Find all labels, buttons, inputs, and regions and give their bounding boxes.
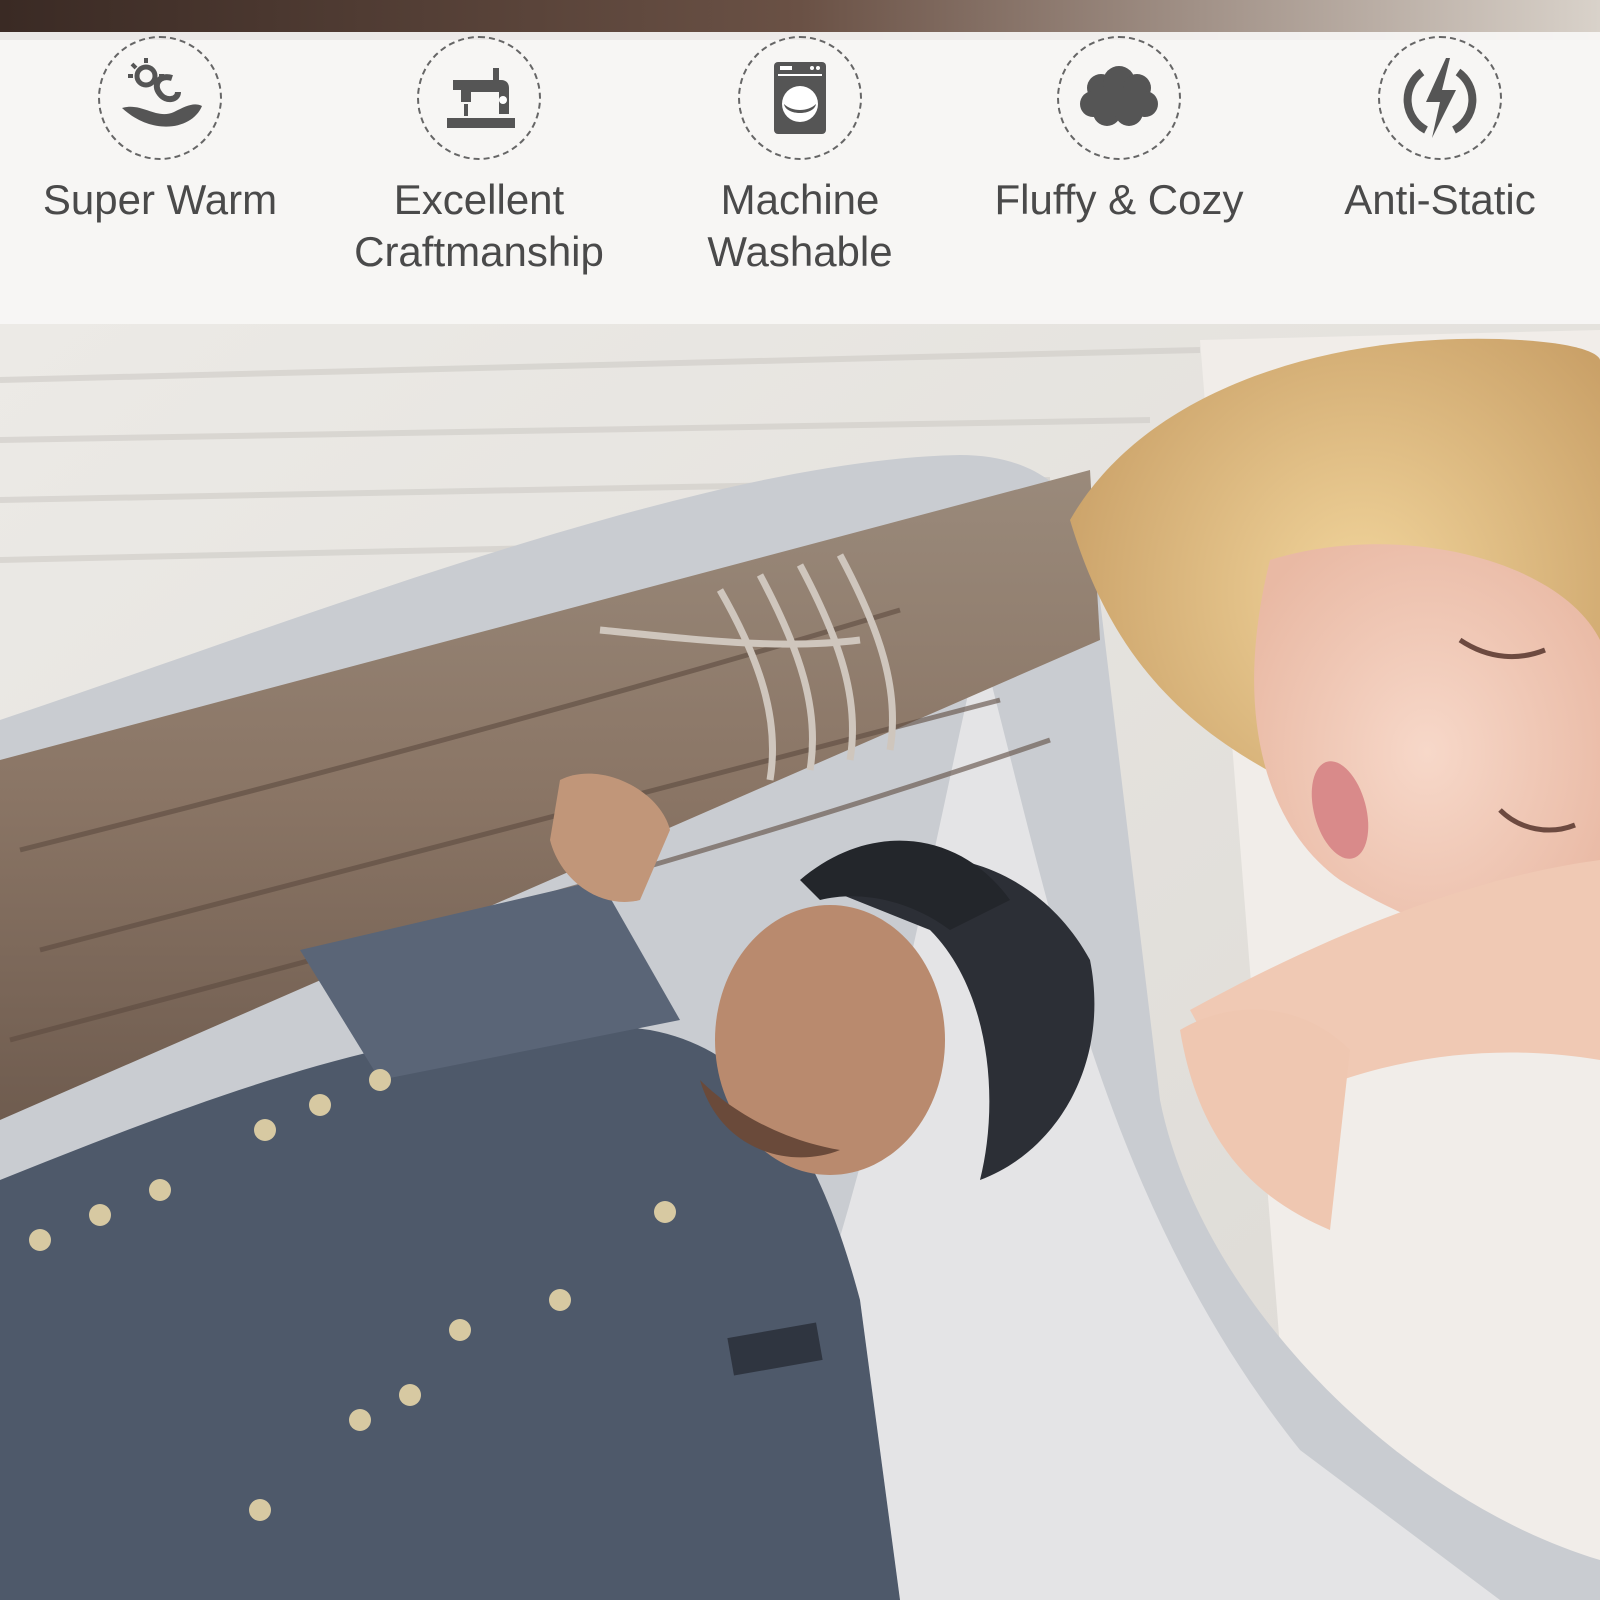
feature-machine-washable: Machine Washable (655, 36, 945, 278)
feature-label: Fluffy & Cozy (994, 176, 1244, 223)
cloud-icon (1057, 36, 1181, 160)
feature-label: Excellent Craftmanship (354, 176, 604, 275)
lightning-icon (1378, 36, 1502, 160)
feature-label: Machine Washable (707, 176, 893, 275)
feature-excellent-craftmanship: Excellent Craftmanship (334, 36, 624, 278)
sun-wave-icon (98, 36, 222, 160)
feature-super-warm: Super Warm (15, 36, 305, 226)
feature-anti-static: Anti-Static (1295, 36, 1585, 226)
sewing-machine-icon (417, 36, 541, 160)
feature-label: Super Warm (42, 176, 278, 223)
feature-fluffy-cozy: Fluffy & Cozy (974, 36, 1264, 226)
feature-label: Anti-Static (1344, 176, 1536, 223)
washing-machine-icon (738, 36, 862, 160)
